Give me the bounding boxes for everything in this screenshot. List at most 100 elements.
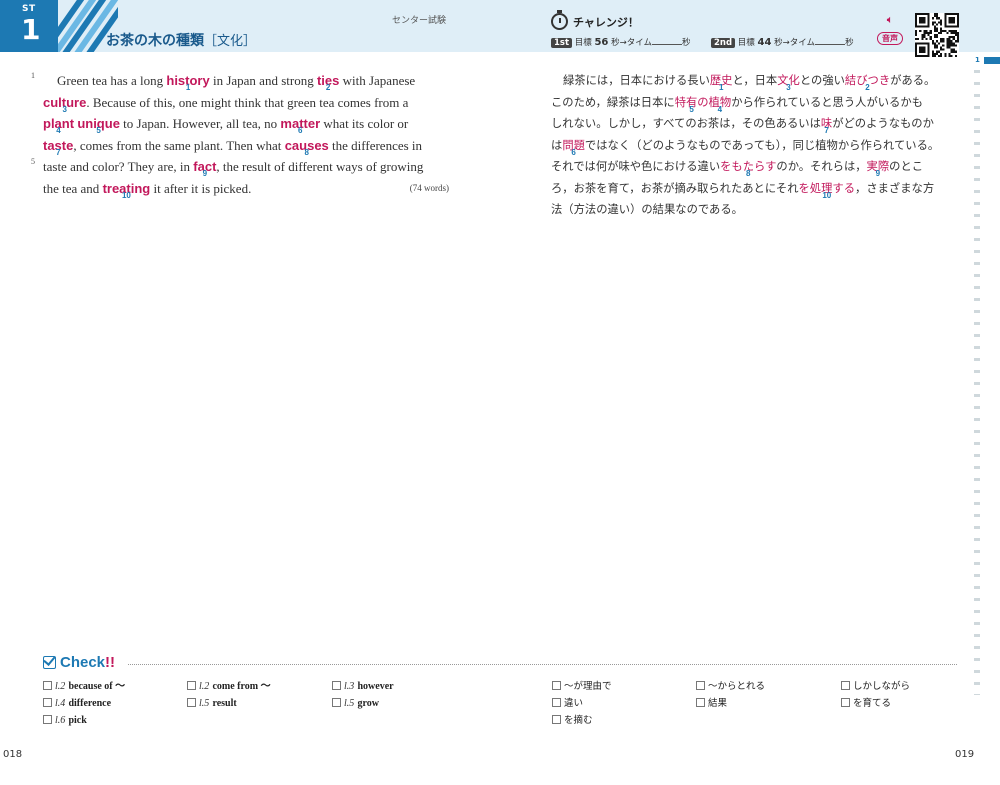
passage-text: から作られていると思う人がいるかも: [731, 95, 923, 109]
passage-text: それでは何が味や色における違い: [551, 160, 721, 173]
keyword-number: 3: [786, 83, 791, 92]
check-section-header: Check!!: [43, 654, 957, 674]
keyword-number: 6: [571, 147, 576, 157]
check-phrase: result: [212, 698, 237, 709]
keyword: ties 2: [317, 70, 339, 92]
check-line-ref: l.2: [199, 681, 210, 692]
checkbox-icon[interactable]: [696, 698, 705, 707]
passage-line: Green tea has a long history 1 in Japan a…: [43, 70, 449, 92]
passage-line: しれない。しかし，すべてのお茶は，その色あるいは味 7 がどのようなものか: [551, 113, 957, 135]
round-1st: 1st 目標 56 秒→タイム 秒: [551, 36, 691, 48]
passage-text: the differences in: [328, 137, 423, 153]
keyword: 結びつき 2: [845, 70, 890, 92]
passage-line: ろ，お茶を育て，お茶が摘み取られたあとにそれを処理する 10 ，さまざまな方: [551, 178, 957, 200]
passage-text: は: [551, 138, 563, 152]
check-line-ref: l.5: [344, 698, 355, 709]
lesson-number: 1: [21, 13, 41, 46]
keyword-number: 8: [746, 169, 751, 178]
keyword: 歴史 1: [710, 70, 733, 92]
checkbox-icon[interactable]: [187, 681, 196, 690]
keyword: matter 6: [280, 113, 320, 135]
title-text: お茶の木の種類: [106, 33, 204, 49]
word-count: (74 words): [409, 182, 449, 193]
check-item-jp[interactable]: 違い: [552, 697, 583, 711]
keyword: history 1: [166, 70, 209, 92]
passage-line: それでは何が味や色における違いをもたらす 8 のか。それらは，実際 9 のとこ: [551, 156, 957, 178]
check-item-jp[interactable]: ～からとれる: [696, 680, 765, 694]
passage-line: taste and color? They are, in fact 9, the…: [43, 156, 449, 178]
keyword-number: 9: [875, 169, 881, 178]
check-line-ref: l.4: [55, 698, 66, 709]
checkbox-icon[interactable]: [841, 681, 850, 690]
check-item-en[interactable]: l.4 difference: [43, 697, 111, 711]
check-item-jp[interactable]: を摘む: [552, 714, 593, 728]
target-seconds: 56: [594, 37, 609, 48]
passage-text: to Japan. However, all tea, no: [119, 116, 281, 131]
check-meaning: ～が理由で: [564, 681, 612, 692]
checkbox-icon[interactable]: [43, 715, 52, 724]
passage-text: what its color or: [320, 116, 409, 131]
qr-code[interactable]: [915, 13, 959, 57]
checkbox-icon[interactable]: [332, 698, 341, 707]
dotted-divider: [128, 664, 957, 665]
check-item-jp[interactable]: ～が理由で: [552, 680, 612, 694]
check-meaning: 違い: [564, 698, 584, 709]
lesson-badge: ST 1: [0, 0, 58, 52]
check-item-en[interactable]: l.6 pick: [43, 714, 87, 728]
checkbox-icon[interactable]: [552, 715, 561, 724]
seconds-unit: 秒: [682, 38, 691, 48]
target-label: 目標: [737, 38, 755, 48]
title-category: ［文化］: [204, 34, 257, 49]
check-item-en[interactable]: l.2 because of ～: [43, 680, 125, 694]
japanese-translation: 緑茶には，日本における長い歴史 1 と，日本文化 3 との強い結びつき 2 がある。 このため…: [551, 70, 957, 221]
time-label: 秒→タイム: [611, 38, 653, 48]
check-item-jp[interactable]: を育てる: [841, 697, 891, 711]
edge-index-tab: [984, 57, 1000, 64]
keyword: taste 7: [43, 135, 73, 157]
target-label: 目標: [574, 38, 592, 48]
passage-text: しれない。しかし，すべてのお茶は，その色あるいは: [551, 117, 821, 130]
check-item-en[interactable]: l.3 however: [332, 680, 394, 694]
checkbox-icon[interactable]: [552, 698, 561, 707]
time-blank[interactable]: [652, 37, 683, 45]
check-item-en[interactable]: l.5 result: [187, 697, 237, 711]
keyword: 特有の 5: [675, 92, 709, 114]
check-item-en[interactable]: l.5 grow: [332, 697, 379, 711]
check-phrase: grow: [357, 698, 379, 709]
check-item-jp[interactable]: しかしながら: [841, 680, 910, 694]
checkbox-icon[interactable]: [552, 681, 561, 690]
passage-text: がある。: [890, 74, 936, 87]
keyword: 味7: [821, 113, 832, 135]
passage-text: it after it is picked.: [150, 180, 252, 196]
check-item-en[interactable]: l.2 come from ～: [187, 680, 271, 694]
passage-text: in Japan and strong: [209, 73, 317, 88]
keyword: unique 5: [77, 113, 120, 135]
check-item-jp[interactable]: 結果: [696, 697, 727, 711]
speaker-icon: 🔈︎: [886, 13, 894, 26]
time-label: 秒→タイム: [774, 38, 816, 48]
checkbox-icon[interactable]: [43, 698, 52, 707]
check-line-ref: l.3: [344, 681, 355, 692]
keyword: をもたらす 8: [720, 156, 776, 178]
checkbox-icon[interactable]: [43, 681, 52, 690]
page-number-right: 019: [955, 749, 975, 760]
checkbox-icon[interactable]: [332, 681, 341, 690]
keyword-number: 7: [824, 126, 829, 135]
check-title: Check!!: [60, 654, 116, 671]
checkbox-icon[interactable]: [841, 698, 850, 707]
keyword: culture 3: [43, 92, 86, 114]
passage-text: . Because of this, one might think that …: [86, 94, 409, 110]
keyword-number: 10: [121, 190, 131, 200]
audio-button[interactable]: 🔈︎ 音声: [876, 14, 904, 45]
edge-index-dots: [974, 70, 980, 695]
checkbox-icon[interactable]: [187, 698, 196, 707]
check-line-ref: l.6: [55, 715, 66, 726]
checkbox-icon[interactable]: [696, 681, 705, 690]
passage-text: ではなく（どのようなものであっても），同じ植物から作られている。: [584, 138, 940, 152]
passage-text: がどのようなものか: [832, 117, 934, 130]
time-blank[interactable]: [815, 37, 846, 45]
check-meaning: しかしながら: [853, 681, 911, 692]
passage-text: との強い: [799, 74, 845, 87]
passage-text: 法（方法の違い）の結果なのである。: [551, 203, 743, 216]
passage-line: taste 7, comes from the same plant. Then …: [43, 135, 449, 157]
